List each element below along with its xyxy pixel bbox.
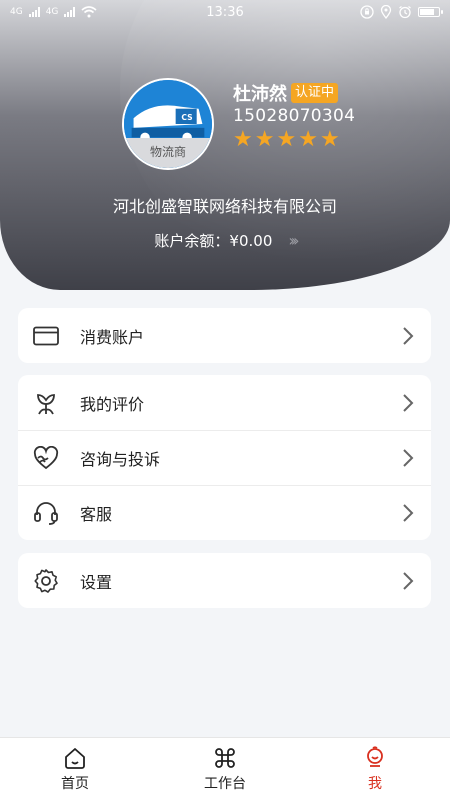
- account-balance[interactable]: 账户余额：¥0.00 ›››: [0, 230, 450, 251]
- status-bar: 4G 4G 13:36: [0, 0, 450, 24]
- double-chevron-right-icon: ›››: [288, 231, 299, 250]
- company-name: 河北创盛智联网络科技有限公司: [112, 197, 337, 216]
- star-icon: ★: [233, 127, 253, 152]
- menu-item-label: 客服: [80, 504, 113, 524]
- user-name-row: 杜沛然 认证中: [233, 80, 339, 106]
- tab-label: 首页: [61, 775, 89, 792]
- menu-group-account: 消费账户: [18, 308, 431, 363]
- gear-icon: [32, 567, 60, 595]
- heart-wave-icon: [32, 444, 60, 472]
- svg-text:CS: CS: [181, 113, 192, 122]
- person-icon: [367, 745, 383, 767]
- balance-label: 账户余额：: [154, 232, 230, 250]
- tab-home[interactable]: 首页: [0, 738, 150, 800]
- star-icon: ★: [254, 127, 275, 152]
- wallet-icon: [32, 322, 60, 350]
- user-name: 杜沛然: [233, 84, 287, 105]
- menu-group-settings: 设置: [18, 553, 431, 608]
- star-icon: ★: [319, 127, 340, 152]
- chevron-right-icon: [403, 503, 414, 522]
- menu-item-settings[interactable]: 设置: [18, 553, 431, 608]
- home-icon: [65, 747, 85, 769]
- chevron-right-icon: [403, 571, 414, 590]
- menu-item-consult-complaint[interactable]: 咨询与投诉: [18, 430, 431, 485]
- chevron-right-icon: [403, 448, 414, 467]
- avatar[interactable]: CS 物流商: [122, 78, 214, 170]
- menu-item-label: 我的评价: [80, 394, 145, 414]
- verification-badge: 认证中: [291, 83, 339, 103]
- menu-item-consumption-account[interactable]: 消费账户: [18, 308, 431, 363]
- menu-group-service: 我的评价 咨询与投诉 客服: [18, 375, 431, 540]
- flower-icon: [32, 389, 60, 417]
- star-icon: ★: [276, 127, 297, 152]
- balance-value: ¥0.00: [229, 232, 273, 250]
- chevron-right-icon: [403, 326, 414, 345]
- battery-icon: [418, 7, 443, 17]
- bottom-tab-bar: 首页 工作台 我: [0, 737, 450, 800]
- tab-label: 工作台: [204, 775, 246, 792]
- tab-label: 我: [368, 775, 382, 792]
- status-time: 13:36: [206, 4, 244, 20]
- tab-workbench[interactable]: 工作台: [150, 738, 300, 800]
- star-icon: ★: [298, 127, 318, 152]
- menu-item-label: 设置: [80, 572, 113, 592]
- avatar-role-label: 物流商: [124, 138, 212, 168]
- menu-item-label: 咨询与投诉: [80, 449, 161, 469]
- menu-item-customer-service[interactable]: 客服: [18, 485, 431, 540]
- tab-me[interactable]: 我: [300, 738, 450, 800]
- command-icon: [215, 747, 235, 768]
- menu-item-label: 消费账户: [80, 327, 145, 347]
- menu-item-my-reviews[interactable]: 我的评价: [18, 375, 431, 430]
- user-phone: 15028070304: [233, 106, 356, 126]
- headset-icon: [32, 499, 60, 527]
- rating-stars: ★ ★ ★ ★ ★: [233, 129, 340, 151]
- chevron-right-icon: [403, 393, 414, 412]
